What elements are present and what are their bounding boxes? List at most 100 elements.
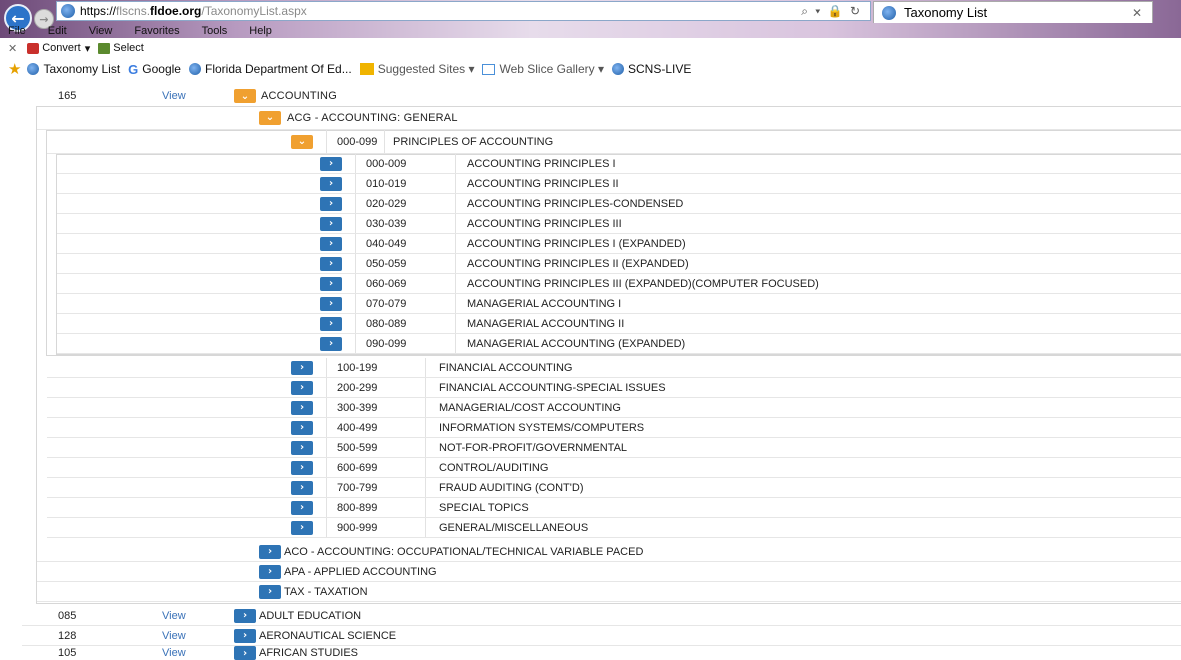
fav-florida-doe[interactable]: Florida Department Of Ed... <box>188 62 352 76</box>
chevron-right-icon: › <box>242 647 248 659</box>
expand-toggle-button[interactable]: › <box>291 460 313 475</box>
list-item: › 020-029 ACCOUNTING PRINCIPLES-CONDENSE… <box>57 194 1181 214</box>
code-range: 090-099 <box>366 337 407 350</box>
expand-toggle-button[interactable]: › <box>320 216 342 231</box>
expand-toggle-button[interactable]: › <box>234 646 256 660</box>
code-range: 000-009 <box>366 157 407 170</box>
row-number: 105 <box>58 647 77 659</box>
address-bar[interactable]: https:// flscns. fldoe.org /TaxonomyList… <box>56 1 871 21</box>
chevron-right-icon: › <box>267 586 273 597</box>
list-item: › 060-069 ACCOUNTING PRINCIPLES III (EXP… <box>57 274 1181 294</box>
chevron-right-icon: › <box>242 630 248 641</box>
row-label: MANAGERIAL ACCOUNTING I <box>467 297 622 310</box>
expand-toggle-button[interactable]: › <box>320 336 342 351</box>
expand-toggle-button[interactable]: › <box>320 276 342 291</box>
expand-toggle-button[interactable]: › <box>234 608 256 623</box>
menu-help[interactable]: Help <box>249 25 272 37</box>
suggested-sites-icon <box>359 63 374 75</box>
expand-toggle-button[interactable]: › <box>259 584 281 599</box>
menu-bar: File Edit View Favorites Tools Help <box>0 23 1181 39</box>
row-toggle: ⌄ <box>291 130 313 153</box>
expand-toggle-button[interactable]: › <box>320 256 342 271</box>
list-item: › 050-059 ACCOUNTING PRINCIPLES II (EXPA… <box>57 254 1181 274</box>
fav-taxonomy-list[interactable]: Taxonomy List <box>27 62 120 76</box>
expand-toggle-button[interactable]: › <box>291 480 313 495</box>
list-item: › 000-009 ACCOUNTING PRINCIPLES I <box>57 154 1181 174</box>
row-label: ACCOUNTING <box>261 90 337 102</box>
menu-favorites[interactable]: Favorites <box>134 25 179 37</box>
code-range: 800-899 <box>337 501 378 514</box>
expand-toggle-button[interactable]: › <box>291 380 313 395</box>
url-path: /TaxonomyList.aspx <box>201 4 307 18</box>
fav-google[interactable]: G Google <box>128 62 181 77</box>
pdf-convert-icon <box>27 42 40 54</box>
collapse-toggle-button[interactable]: ⌄ <box>291 134 313 149</box>
chevron-right-icon: › <box>267 546 273 557</box>
menu-view[interactable]: View <box>89 25 113 37</box>
top-level-row: 128 View › AERONAUTICAL SCIENCE <box>22 626 1181 646</box>
menu-file[interactable]: File <box>8 25 26 37</box>
principles-header-row: ⌄ 000-099 PRINCIPLES OF ACCOUNTING <box>47 130 1181 154</box>
expand-toggle-button[interactable]: › <box>320 156 342 171</box>
top-level-row-accounting: 165 View ⌄ ACCOUNTING <box>22 86 1181 106</box>
collapse-toggle-button[interactable]: ⌄ <box>259 110 281 125</box>
row-label: ACCOUNTING PRINCIPLES III (EXPANDED)(COM… <box>467 277 819 290</box>
ie-icon <box>611 63 624 75</box>
expand-toggle-button[interactable]: › <box>291 520 313 535</box>
commandbar-close-icon[interactable]: ✕ <box>8 42 17 55</box>
favorites-star-icon[interactable]: ★ <box>8 60 21 78</box>
expand-toggle-button[interactable]: › <box>259 544 281 559</box>
row-label: ACCOUNTING PRINCIPLES III <box>467 217 622 230</box>
convert-button[interactable]: Convert ▾ <box>27 42 90 55</box>
row-label: MANAGERIAL ACCOUNTING II <box>467 317 625 330</box>
view-link[interactable]: View <box>162 646 186 660</box>
chevron-right-icon: › <box>299 422 305 433</box>
expand-toggle-button[interactable]: › <box>291 500 313 515</box>
expand-toggle-button[interactable]: › <box>320 196 342 211</box>
code-range: 700-799 <box>337 481 378 494</box>
expand-toggle-button[interactable]: › <box>320 236 342 251</box>
favorites-bar: ★ Taxonomy List G Google Florida Departm… <box>0 58 1181 80</box>
expand-toggle-button[interactable]: › <box>234 628 256 643</box>
view-link[interactable]: View <box>162 606 186 625</box>
chevron-right-icon: › <box>299 402 305 413</box>
menu-edit[interactable]: Edit <box>48 25 67 37</box>
code-range: 100-199 <box>337 361 378 374</box>
select-button[interactable]: Select <box>98 42 144 54</box>
row-label: ACCOUNTING PRINCIPLES II (EXPANDED) <box>467 257 689 270</box>
address-tools-icons[interactable]: ⌕ ▾ 🔒 ↻ <box>801 4 862 19</box>
menu-tools[interactable]: Tools <box>202 25 228 37</box>
tab-close-icon[interactable]: ✕ <box>1132 6 1142 20</box>
expand-toggle-button[interactable]: › <box>291 360 313 375</box>
chevron-down-icon: ⌄ <box>265 112 275 123</box>
list-item: › 700-799 FRAUD AUDITING (CONT'D) <box>47 478 1181 498</box>
view-link[interactable]: View <box>162 86 186 106</box>
expand-toggle-button[interactable]: › <box>320 176 342 191</box>
fav-suggested-sites[interactable]: Suggested Sites ▾ <box>359 62 474 76</box>
fav-web-slice-gallery[interactable]: Web Slice Gallery ▾ <box>482 62 604 76</box>
select-icon <box>98 42 111 54</box>
collapse-toggle-button[interactable]: ⌄ <box>234 89 256 103</box>
view-link[interactable]: View <box>162 626 186 645</box>
expand-toggle-button[interactable]: › <box>291 440 313 455</box>
convert-dropdown-icon[interactable]: ▾ <box>85 42 91 55</box>
code-range: 050-059 <box>366 257 407 270</box>
list-item: › 400-499 INFORMATION SYSTEMS/COMPUTERS <box>47 418 1181 438</box>
browser-tab[interactable]: Taxonomy List ✕ <box>873 1 1153 23</box>
row-label: MANAGERIAL/COST ACCOUNTING <box>439 401 621 414</box>
fav-scns-live[interactable]: SCNS-LIVE <box>611 62 691 76</box>
row-label: FRAUD AUDITING (CONT'D) <box>439 481 584 494</box>
row-label: APA - APPLIED ACCOUNTING <box>284 565 437 578</box>
code-range: 400-499 <box>337 421 378 434</box>
expand-toggle-button[interactable]: › <box>291 400 313 415</box>
expand-toggle-button[interactable]: › <box>320 316 342 331</box>
chevron-right-icon: › <box>328 298 334 309</box>
list-item: › 300-399 MANAGERIAL/COST ACCOUNTING <box>47 398 1181 418</box>
row-label: ACCOUNTING PRINCIPLES II <box>467 177 619 190</box>
expand-toggle-button[interactable]: › <box>259 564 281 579</box>
list-item: › 100-199 FINANCIAL ACCOUNTING <box>47 358 1181 378</box>
chevron-right-icon: › <box>299 522 305 533</box>
expand-toggle-button[interactable]: › <box>320 296 342 311</box>
expand-toggle-button[interactable]: › <box>291 420 313 435</box>
url-host: fldoe.org <box>150 4 202 18</box>
